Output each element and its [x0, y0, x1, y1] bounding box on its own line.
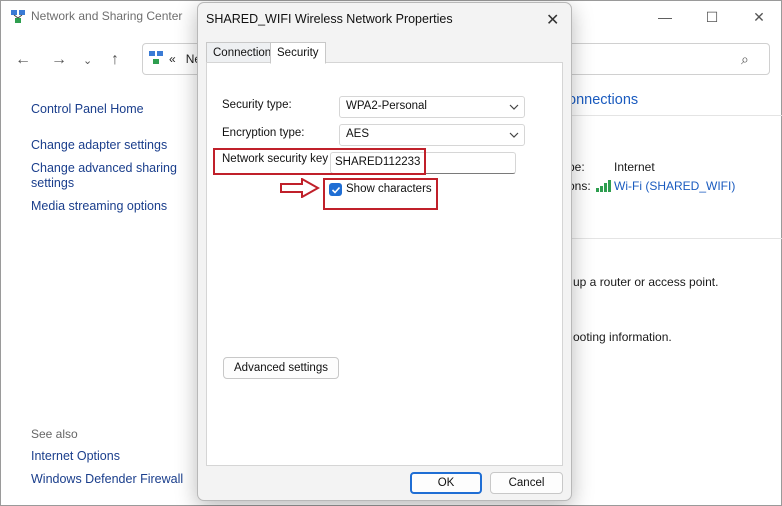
close-icon[interactable]: ✕ [749, 7, 769, 27]
tab-connection[interactable]: Connection [206, 42, 279, 64]
wireless-properties-dialog: SHARED_WIFI Wireless Network Properties … [197, 2, 572, 501]
back-icon[interactable]: ← [15, 51, 31, 69]
dropdown-icon[interactable]: ⌄ [83, 54, 92, 67]
windows-firewall-link[interactable]: Windows Defender Firewall [31, 472, 183, 486]
search-icon[interactable]: ⌕ [741, 51, 749, 68]
up-icon[interactable]: ↑ [111, 51, 119, 69]
security-type-select[interactable]: WPA2-Personal [339, 96, 525, 118]
encryption-type-label: Encryption type: [222, 127, 305, 139]
dialog-title: SHARED_WIFI Wireless Network Properties [206, 12, 453, 26]
divider [568, 115, 782, 116]
address-network-icon [149, 51, 163, 64]
minimize-icon[interactable]: — [655, 7, 675, 27]
chevron-down-icon [509, 132, 519, 138]
annotation-arrow-icon [280, 178, 320, 198]
advanced-settings-button[interactable]: Advanced settings [223, 357, 339, 379]
security-type-value: WPA2-Personal [346, 100, 427, 112]
ok-button[interactable]: OK [410, 472, 482, 494]
close-icon[interactable]: ✕ [546, 10, 559, 30]
divider [568, 238, 782, 239]
security-type-label: Security type: [222, 99, 292, 111]
maximize-icon[interactable]: ☐ [702, 7, 722, 27]
tab-security[interactable]: Security [270, 42, 326, 64]
address-chevron: « [169, 52, 176, 66]
network-icon [11, 10, 25, 23]
cancel-button[interactable]: Cancel [490, 472, 563, 494]
security-tab-panel: Security type: WPA2-Personal Encryption … [206, 62, 563, 466]
annotation-highlight-key [213, 148, 426, 175]
internet-options-link[interactable]: Internet Options [31, 449, 120, 463]
access-type-value: Internet [614, 160, 655, 174]
wifi-signal-icon [596, 180, 611, 192]
encryption-type-select[interactable]: AES [339, 124, 525, 146]
active-networks-heading: onnections [568, 92, 639, 108]
chevron-down-icon [509, 104, 519, 110]
forward-icon[interactable]: → [51, 51, 67, 69]
annotation-highlight-checkbox [323, 178, 438, 210]
wifi-connection-link[interactable]: Wi-Fi (SHARED_WIFI) [614, 179, 735, 193]
control-panel-home-link[interactable]: Control Panel Home [31, 102, 144, 116]
window-title: Network and Sharing Center [31, 9, 183, 23]
change-advanced-sharing-link[interactable]: Change advanced sharing settings [31, 161, 181, 191]
change-adapter-settings-link[interactable]: Change adapter settings [31, 138, 167, 152]
troubleshoot-text: ooting information. [573, 330, 672, 344]
media-streaming-link[interactable]: Media streaming options [31, 199, 167, 213]
setup-router-text: up a router or access point. [573, 275, 719, 289]
encryption-type-value: AES [346, 128, 370, 140]
see-also-heading: See also [31, 427, 78, 441]
